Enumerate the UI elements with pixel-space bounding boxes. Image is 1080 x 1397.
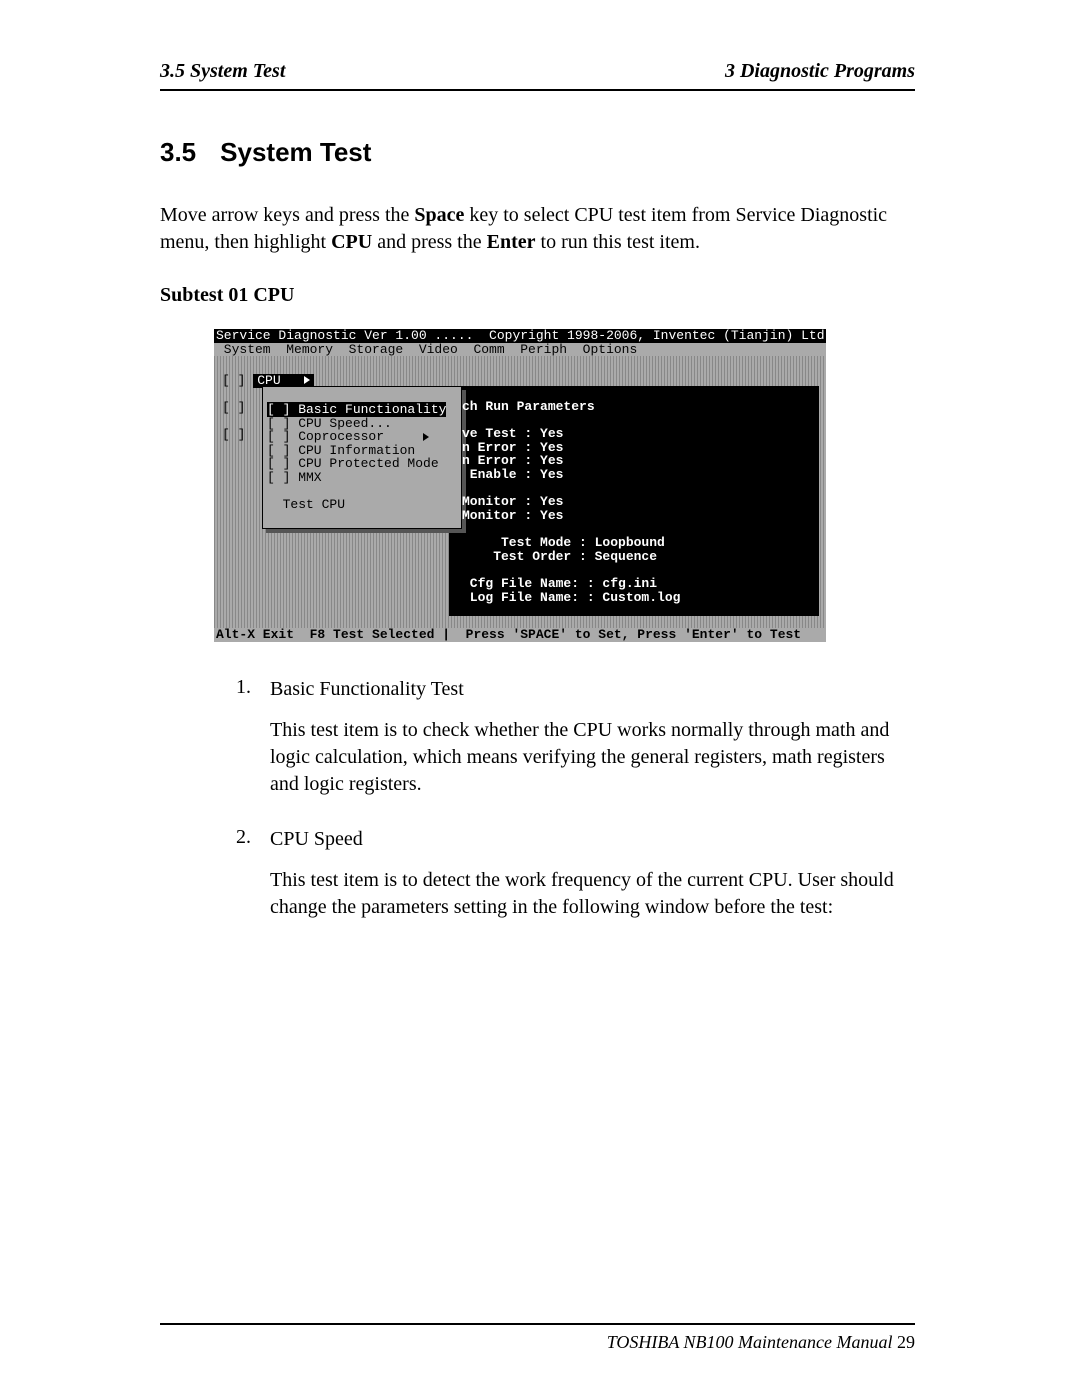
numbered-list: 1. Basic Functionality Test This test it…: [236, 676, 915, 935]
list-item: 2. CPU Speed This test item is to detect…: [236, 826, 915, 935]
list-text: This test item is to check whether the C…: [270, 717, 915, 798]
list-item: 1. Basic Functionality Test This test it…: [236, 676, 915, 812]
shot-submenu: [ ] Basic Functionality [ ] CPU Speed...…: [262, 386, 462, 528]
intro-b2: CPU: [331, 231, 372, 253]
params-header: ch Run Parameters: [462, 399, 595, 414]
list-number: 1.: [236, 676, 270, 812]
intro-t4: to run this test item.: [536, 231, 700, 253]
page: 3.5 System Test 3 Diagnostic Programs 3.…: [0, 0, 1080, 1397]
intro-paragraph: Move arrow keys and press the Space key …: [160, 202, 915, 256]
list-number: 2.: [236, 826, 270, 935]
header-left: 3.5 System Test: [160, 60, 285, 83]
shot-body: [ ] CPU [ ] [ ] [ ] Basic Functionality …: [214, 356, 826, 628]
params-l4: Enable : Yes: [462, 467, 563, 482]
params-l6: Monitor : Yes: [462, 508, 563, 523]
submenu-test-cpu: Test CPU: [267, 497, 345, 512]
arrow-right-icon: [423, 433, 429, 441]
shot-title-bar: Service Diagnostic Ver 1.00 ..... Copyri…: [214, 329, 826, 343]
shot-run-parameters: ch Run Parameters ve Test : Yes n Error …: [462, 386, 680, 618]
footer-text: TOSHIBA NB100 Maintenance Manual 29: [607, 1332, 915, 1353]
params-l10: Log File Name: : Custom.log: [462, 590, 680, 605]
list-body: CPU Speed This test item is to detect th…: [270, 826, 915, 935]
dos-screenshot: Service Diagnostic Ver 1.00 ..... Copyri…: [214, 329, 826, 642]
shot-menu-bar: System Memory Storage Video Comm Periph …: [214, 343, 826, 357]
section-title: System Test: [220, 137, 371, 167]
footer-page-number: 29: [897, 1332, 915, 1352]
list-body: Basic Functionality Test This test item …: [270, 676, 915, 812]
submenu-mmx: [ ] MMX: [267, 470, 322, 485]
footer-rule: [160, 1323, 915, 1325]
section-number: 3.5: [160, 137, 196, 167]
page-header: 3.5 System Test 3 Diagnostic Programs: [160, 60, 915, 89]
shot-leftcol-brackets: [ ]: [222, 373, 253, 388]
intro-b3: Enter: [487, 231, 536, 253]
header-right: 3 Diagnostic Programs: [725, 60, 915, 83]
footer-manual: TOSHIBA NB100 Maintenance Manual: [607, 1332, 897, 1352]
list-title: CPU Speed: [270, 826, 915, 853]
intro-b1: Space: [414, 204, 464, 226]
arrow-right-icon: [304, 376, 310, 384]
list-title: Basic Functionality Test: [270, 676, 915, 703]
header-rule: [160, 89, 915, 91]
params-l8: Test Order : Sequence: [462, 549, 657, 564]
intro-t3: and press the: [372, 231, 486, 253]
list-text: This test item is to detect the work fre…: [270, 867, 915, 921]
subtest-heading: Subtest 01 CPU: [160, 284, 915, 307]
section-heading: 3.5 System Test: [160, 137, 915, 168]
intro-t1: Move arrow keys and press the: [160, 204, 414, 226]
shot-footer-bar: Alt-X Exit F8 Test Selected | Press 'SPA…: [214, 628, 826, 642]
